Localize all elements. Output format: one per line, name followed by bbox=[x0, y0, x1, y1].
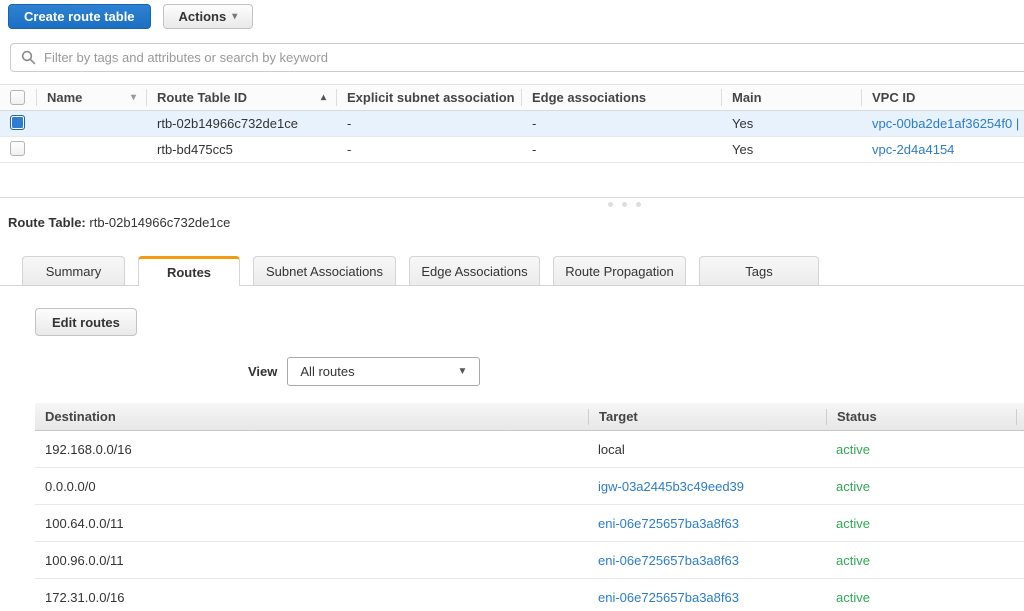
filter-input[interactable] bbox=[44, 50, 1017, 65]
table-row[interactable]: rtb-bd475cc5 - - Yes vpc-2d4a4154 bbox=[0, 137, 1024, 163]
vpc-id-link[interactable]: vpc-00ba2de1af36254f0 | bbox=[872, 116, 1019, 131]
cell-edge-associations: - bbox=[522, 142, 722, 157]
cell-destination: 0.0.0.0/0 bbox=[35, 479, 588, 494]
view-row: View All routes ▼ bbox=[0, 357, 1024, 386]
column-header-target[interactable]: Target bbox=[588, 409, 826, 425]
route-row: 192.168.0.0/16 local active bbox=[35, 431, 1024, 468]
column-header-filler bbox=[1016, 409, 1024, 425]
cell-destination: 192.168.0.0/16 bbox=[35, 442, 588, 457]
view-label: View bbox=[248, 364, 277, 379]
target-link[interactable]: eni-06e725657ba3a8f63 bbox=[598, 553, 739, 568]
column-header-destination[interactable]: Destination bbox=[35, 409, 588, 425]
sort-asc-icon[interactable]: ▴ bbox=[321, 93, 336, 103]
cell-edge-associations: - bbox=[522, 116, 722, 131]
route-row: 172.31.0.0/16 eni-06e725657ba3a8f63 acti… bbox=[35, 579, 1024, 611]
select-all-checkbox[interactable] bbox=[10, 90, 25, 105]
routes-table-header: Destination Target Status bbox=[35, 403, 1024, 431]
column-header-explicit-subnet-association[interactable]: Explicit subnet association bbox=[337, 89, 522, 106]
route-row: 100.96.0.0/11 eni-06e725657ba3a8f63 acti… bbox=[35, 542, 1024, 579]
cell-status: active bbox=[826, 516, 1016, 531]
tab-subnet-associations[interactable]: Subnet Associations bbox=[253, 256, 396, 285]
column-header-main[interactable]: Main bbox=[722, 89, 862, 106]
cell-destination: 172.31.0.0/16 bbox=[35, 590, 588, 605]
route-row: 0.0.0.0/0 igw-03a2445b3c49eed39 active bbox=[35, 468, 1024, 505]
actions-button-label: Actions bbox=[179, 9, 227, 24]
cell-status: active bbox=[826, 553, 1016, 568]
detail-title-label: Route Table: bbox=[8, 215, 86, 230]
target-link[interactable]: eni-06e725657ba3a8f63 bbox=[598, 516, 739, 531]
cell-target: local bbox=[588, 442, 826, 457]
view-select-value: All routes bbox=[300, 364, 354, 379]
cell-route-table-id: rtb-bd475cc5 bbox=[147, 142, 337, 157]
sort-caret-icon[interactable]: ▾ bbox=[131, 93, 146, 103]
cell-status: active bbox=[826, 479, 1016, 494]
row-checkbox[interactable] bbox=[10, 141, 25, 156]
edit-routes-button[interactable]: Edit routes bbox=[35, 308, 137, 336]
tab-routes[interactable]: Routes bbox=[138, 256, 240, 286]
column-header-name[interactable]: Name ▾ bbox=[37, 89, 147, 106]
column-header-vpc-id[interactable]: VPC ID bbox=[862, 89, 1024, 106]
column-header-route-table-id[interactable]: Route Table ID ▴ bbox=[147, 89, 337, 106]
tab-route-propagation[interactable]: Route Propagation bbox=[553, 256, 686, 285]
cell-main: Yes bbox=[722, 142, 862, 157]
actions-button[interactable]: Actions ▾ bbox=[163, 4, 254, 29]
tab-summary[interactable]: Summary bbox=[22, 256, 125, 285]
column-header-name-label: Name bbox=[47, 90, 82, 105]
vpc-id-link[interactable]: vpc-2d4a4154 bbox=[872, 142, 954, 157]
cell-destination: 100.64.0.0/11 bbox=[35, 516, 588, 531]
drag-handle-icon[interactable] bbox=[608, 202, 641, 207]
select-caret-icon: ▼ bbox=[457, 367, 467, 377]
cell-destination: 100.96.0.0/11 bbox=[35, 553, 588, 568]
tab-edge-associations[interactable]: Edge Associations bbox=[409, 256, 540, 285]
create-route-table-button[interactable]: Create route table bbox=[8, 4, 151, 29]
column-header-route-table-id-label: Route Table ID bbox=[157, 90, 247, 105]
routes-table: Destination Target Status 192.168.0.0/16… bbox=[35, 403, 1024, 611]
pane-divider bbox=[0, 197, 1024, 211]
filter-bar[interactable] bbox=[10, 43, 1024, 72]
cell-status: active bbox=[826, 590, 1016, 605]
view-select[interactable]: All routes ▼ bbox=[287, 357, 480, 386]
toolbar: Create route table Actions ▾ bbox=[0, 0, 1024, 30]
tab-tags[interactable]: Tags bbox=[699, 256, 819, 285]
column-header-status[interactable]: Status bbox=[826, 409, 1016, 425]
cell-status: active bbox=[826, 442, 1016, 457]
cell-explicit-subnet-association: - bbox=[337, 116, 522, 131]
column-header-edge-associations[interactable]: Edge associations bbox=[522, 89, 722, 106]
route-row: 100.64.0.0/11 eni-06e725657ba3a8f63 acti… bbox=[35, 505, 1024, 542]
cell-main: Yes bbox=[722, 116, 862, 131]
detail-title-value: rtb-02b14966c732de1ce bbox=[89, 215, 230, 230]
route-tables-table: Name ▾ Route Table ID ▴ Explicit subnet … bbox=[0, 84, 1024, 163]
search-icon bbox=[21, 50, 36, 65]
detail-title: Route Table: rtb-02b14966c732de1ce bbox=[8, 215, 1024, 230]
cell-explicit-subnet-association: - bbox=[337, 142, 522, 157]
chevron-down-icon: ▾ bbox=[232, 12, 237, 22]
route-tables-header: Name ▾ Route Table ID ▴ Explicit subnet … bbox=[0, 84, 1024, 111]
tab-bar: Summary Routes Subnet Associations Edge … bbox=[0, 256, 1024, 286]
cell-route-table-id: rtb-02b14966c732de1ce bbox=[147, 116, 337, 131]
table-row[interactable]: rtb-02b14966c732de1ce - - Yes vpc-00ba2d… bbox=[0, 111, 1024, 137]
row-checkbox[interactable] bbox=[10, 115, 25, 130]
target-link[interactable]: igw-03a2445b3c49eed39 bbox=[598, 479, 744, 494]
target-link[interactable]: eni-06e725657ba3a8f63 bbox=[598, 590, 739, 605]
